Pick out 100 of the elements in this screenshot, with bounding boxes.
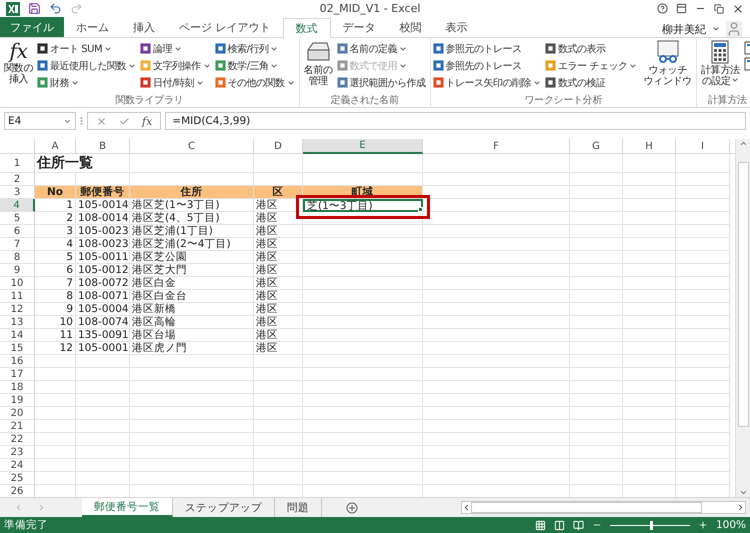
cell[interactable]: 郵便番号 xyxy=(76,186,130,199)
cell[interactable] xyxy=(423,433,570,446)
ribbon-button[interactable]: 名前の定義 xyxy=(336,41,428,56)
cell[interactable] xyxy=(76,394,130,407)
column-header[interactable]: E xyxy=(303,139,423,154)
cell[interactable]: 港区新橋 xyxy=(130,303,254,316)
insert-function-button[interactable]: fx xyxy=(142,114,152,128)
cell[interactable]: 港区台場 xyxy=(130,329,254,342)
ribbon-button[interactable]: 最近使用した関数 xyxy=(37,58,138,73)
cell[interactable] xyxy=(423,355,570,368)
cell[interactable] xyxy=(623,264,676,277)
row-header[interactable]: 14 xyxy=(0,329,35,342)
cell[interactable] xyxy=(303,342,423,355)
column-header[interactable]: H xyxy=(623,139,676,154)
cell[interactable]: 1 xyxy=(35,199,76,212)
cell[interactable] xyxy=(676,303,730,316)
cell[interactable] xyxy=(130,472,254,485)
cell[interactable] xyxy=(423,420,570,433)
cell[interactable]: 108-0072 xyxy=(76,277,130,290)
cell[interactable] xyxy=(623,154,676,173)
cell[interactable] xyxy=(423,277,570,290)
cell[interactable]: 区 xyxy=(254,186,303,199)
cell[interactable] xyxy=(423,199,570,212)
cell[interactable] xyxy=(130,420,254,433)
cell[interactable]: 108-0071 xyxy=(76,290,130,303)
cell[interactable] xyxy=(676,264,730,277)
cell[interactable] xyxy=(623,186,676,199)
cell[interactable]: 港区 xyxy=(254,212,303,225)
cell[interactable] xyxy=(623,290,676,303)
page-break-icon[interactable] xyxy=(572,520,584,530)
cell[interactable] xyxy=(76,407,130,420)
cell[interactable] xyxy=(423,407,570,420)
ribbon-button[interactable]: その他の関数 xyxy=(214,75,297,90)
cell[interactable] xyxy=(423,154,570,173)
cell[interactable] xyxy=(423,264,570,277)
cell[interactable] xyxy=(570,316,623,329)
cell[interactable]: 港区 xyxy=(254,238,303,251)
ribbon-button[interactable]: 参照元のトレース xyxy=(432,41,544,56)
cell[interactable]: 108-0074 xyxy=(76,316,130,329)
cell[interactable]: 105-0011 xyxy=(76,251,130,264)
cell[interactable] xyxy=(676,186,730,199)
cell[interactable] xyxy=(130,446,254,459)
row-header[interactable]: 22 xyxy=(0,433,35,446)
cell[interactable] xyxy=(623,446,676,459)
cell[interactable] xyxy=(423,303,570,316)
cell[interactable] xyxy=(570,154,623,173)
close-icon[interactable] xyxy=(732,2,744,14)
cell[interactable] xyxy=(76,420,130,433)
save-icon[interactable] xyxy=(28,2,41,15)
cell[interactable] xyxy=(570,368,623,381)
zoom-slider-thumb[interactable] xyxy=(650,520,653,530)
cell[interactable]: 105-0023 xyxy=(76,225,130,238)
cell[interactable] xyxy=(76,368,130,381)
cell[interactable]: 105-0012 xyxy=(76,264,130,277)
cell[interactable] xyxy=(303,381,423,394)
cell[interactable] xyxy=(676,199,730,212)
cell[interactable]: 108-0014 xyxy=(76,212,130,225)
cell[interactable]: 港区 xyxy=(254,290,303,303)
cell[interactable] xyxy=(676,173,730,186)
cell[interactable] xyxy=(423,316,570,329)
cell[interactable]: 港区芝浦(1丁目) xyxy=(130,225,254,238)
cell[interactable]: 港区芝大門 xyxy=(130,264,254,277)
cell[interactable] xyxy=(254,420,303,433)
cell[interactable] xyxy=(623,251,676,264)
cell[interactable] xyxy=(623,368,676,381)
cell[interactable] xyxy=(623,459,676,472)
cell[interactable] xyxy=(623,303,676,316)
scrollbar-thumb[interactable] xyxy=(738,162,748,428)
ribbon-tab[interactable]: データ xyxy=(330,17,388,37)
ribbon-button[interactable]: エラー チェック xyxy=(545,58,640,73)
cell[interactable] xyxy=(303,472,423,485)
cell[interactable] xyxy=(303,154,423,173)
cell[interactable] xyxy=(570,459,623,472)
cell[interactable] xyxy=(676,212,730,225)
zoom-in-icon[interactable] xyxy=(698,520,708,530)
ribbon-tab[interactable]: 校閲 xyxy=(388,17,434,37)
row-header[interactable]: 21 xyxy=(0,420,35,433)
row-header[interactable]: 7 xyxy=(0,238,35,251)
cell[interactable] xyxy=(254,433,303,446)
cell[interactable] xyxy=(570,303,623,316)
cell[interactable]: 港区芝(4、5丁目) xyxy=(130,212,254,225)
cell[interactable] xyxy=(676,316,730,329)
page-layout-icon[interactable] xyxy=(554,520,565,530)
cell[interactable] xyxy=(303,212,423,225)
cell[interactable] xyxy=(423,381,570,394)
select-all-button[interactable] xyxy=(0,139,35,154)
ribbon-tab[interactable]: 数式 xyxy=(282,18,330,38)
row-header[interactable]: 18 xyxy=(0,381,35,394)
row-header[interactable]: 8 xyxy=(0,251,35,264)
column-header[interactable]: F xyxy=(423,139,570,154)
cell[interactable] xyxy=(35,446,76,459)
cell[interactable] xyxy=(676,225,730,238)
ribbon-button[interactable]: 検索/行列 xyxy=(214,41,297,56)
cell[interactable] xyxy=(130,355,254,368)
cell[interactable] xyxy=(423,186,570,199)
cell[interactable] xyxy=(623,212,676,225)
cell[interactable] xyxy=(423,225,570,238)
cell[interactable] xyxy=(570,407,623,420)
cell[interactable] xyxy=(423,446,570,459)
cell[interactable] xyxy=(676,368,730,381)
